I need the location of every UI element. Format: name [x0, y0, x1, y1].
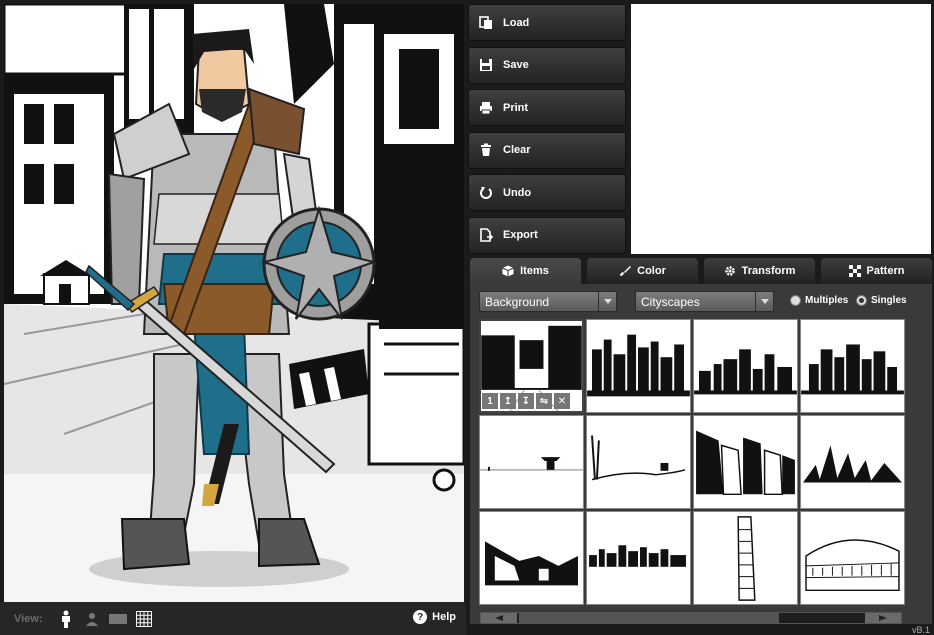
multiples-label: Multiples	[805, 295, 849, 306]
layer-number[interactable]: 1	[482, 393, 498, 409]
move-down-icon[interactable]: ↧	[518, 393, 534, 409]
flip-icon[interactable]: ⇋	[536, 393, 552, 409]
cube-icon	[502, 265, 514, 277]
item-thumbnail[interactable]	[693, 319, 798, 413]
colosseum-thumbnail	[805, 539, 900, 592]
export-button[interactable]: Export	[468, 216, 626, 254]
clear-button[interactable]: Clear	[468, 131, 626, 169]
scroll-right-button[interactable]	[865, 613, 901, 623]
help-label: Help	[432, 611, 456, 623]
tab-transform[interactable]: Transform	[704, 258, 815, 284]
item-thumbnail[interactable]: 1 ↥ ↧ ⇋ ✕	[479, 319, 584, 413]
version-label: vB.1	[911, 625, 930, 635]
help-button[interactable]: ? Help	[413, 610, 456, 624]
items-panel: Background Cityscapes Multiples Singles	[470, 284, 932, 624]
clear-label: Clear	[503, 144, 531, 157]
horizontal-scrollbar[interactable]	[480, 612, 902, 624]
save-label: Save	[503, 59, 529, 72]
item-thumbnail[interactable]	[479, 511, 584, 605]
tab-items-label: Items	[520, 265, 549, 277]
singles-label: Singles	[871, 295, 907, 306]
copy-icon	[479, 15, 492, 29]
city-skyline-thumbnail	[589, 545, 686, 567]
item-thumbnail[interactable]	[693, 415, 798, 509]
category-value: Background	[485, 294, 550, 309]
print-label: Print	[503, 101, 529, 114]
ruins-thumbnail	[485, 541, 578, 586]
floppy-icon	[480, 59, 492, 72]
pagoda-landscape-thumbnail	[480, 457, 583, 471]
panel-tabs: Items Color Transform Pattern	[470, 258, 932, 284]
move-up-icon[interactable]: ↥	[500, 393, 516, 409]
undo-label: Undo	[503, 186, 532, 199]
radio-off-icon	[790, 295, 801, 306]
help-icon: ?	[413, 610, 428, 624]
palm-shoreline-thumbnail	[591, 435, 686, 481]
full-body-view-icon[interactable]	[57, 610, 75, 628]
tab-color-label: Color	[637, 265, 666, 277]
print-button[interactable]: Print	[468, 89, 626, 127]
item-thumbnail[interactable]	[479, 415, 584, 509]
save-button[interactable]: Save	[468, 46, 626, 84]
tab-transform-label: Transform	[741, 265, 796, 277]
singles-radio[interactable]: Singles	[856, 295, 907, 306]
export-icon	[480, 228, 493, 243]
landscape-view-icon[interactable]	[108, 610, 127, 628]
city-skyline-thumbnail	[801, 344, 904, 395]
item-thumbnail[interactable]	[800, 415, 905, 509]
app-window: Load Save Print Clear Undo Export Items	[0, 0, 934, 635]
tab-pattern[interactable]: Pattern	[821, 258, 932, 284]
gear-icon	[724, 266, 735, 276]
checker-icon	[848, 265, 861, 277]
item-grid: 1 ↥ ↧ ⇋ ✕	[479, 319, 905, 605]
delete-icon[interactable]: ✕	[554, 393, 570, 409]
category-select[interactable]: Background	[479, 291, 617, 312]
toolbar: Load Save Print Clear Undo Export	[468, 4, 626, 260]
city-skyline-thumbnail	[694, 349, 797, 395]
undo-icon	[480, 186, 492, 199]
multiples-radio[interactable]: Multiples	[790, 295, 848, 306]
trash-icon	[481, 143, 491, 157]
load-button[interactable]: Load	[468, 4, 626, 41]
portrait-view-icon[interactable]	[83, 610, 101, 628]
leaning-tower-thumbnail	[737, 516, 756, 601]
item-thumbnail[interactable]	[693, 511, 798, 605]
tab-pattern-label: Pattern	[866, 265, 905, 277]
city-skyline-thumbnail	[587, 334, 690, 397]
item-thumbnail[interactable]	[586, 511, 691, 605]
subcategory-value: Cityscapes	[641, 294, 700, 309]
load-label: Load	[503, 16, 530, 29]
grid-view-icon[interactable]	[135, 610, 153, 628]
item-thumbnail[interactable]	[586, 415, 691, 509]
subcategory-select[interactable]: Cityscapes	[635, 291, 774, 312]
item-thumbnail[interactable]	[800, 319, 905, 413]
character-canvas[interactable]	[4, 4, 464, 602]
radio-on-icon	[856, 295, 867, 306]
view-bar: View: ? Help	[0, 602, 466, 635]
scene-illustration	[4, 4, 464, 602]
city-skyline-thumbnail	[803, 445, 902, 483]
view-label: View:	[14, 612, 43, 625]
chevron-down-icon	[755, 292, 773, 311]
export-label: Export	[503, 229, 538, 242]
paintbrush-icon	[620, 266, 632, 276]
item-thumbnail[interactable]	[800, 511, 905, 605]
scroll-thumb[interactable]	[519, 613, 779, 623]
tab-color[interactable]: Color	[587, 258, 698, 284]
tab-items[interactable]: Items	[470, 258, 581, 284]
preview-area	[631, 4, 931, 254]
undo-button[interactable]: Undo	[468, 174, 626, 212]
chevron-down-icon	[598, 292, 616, 311]
scroll-left-button[interactable]	[481, 613, 517, 623]
printer-icon	[480, 101, 492, 115]
thumbnail-toolbar: 1 ↥ ↧ ⇋ ✕	[482, 393, 570, 409]
skyscrapers-perspective-thumbnail	[696, 430, 795, 496]
item-thumbnail[interactable]	[586, 319, 691, 413]
